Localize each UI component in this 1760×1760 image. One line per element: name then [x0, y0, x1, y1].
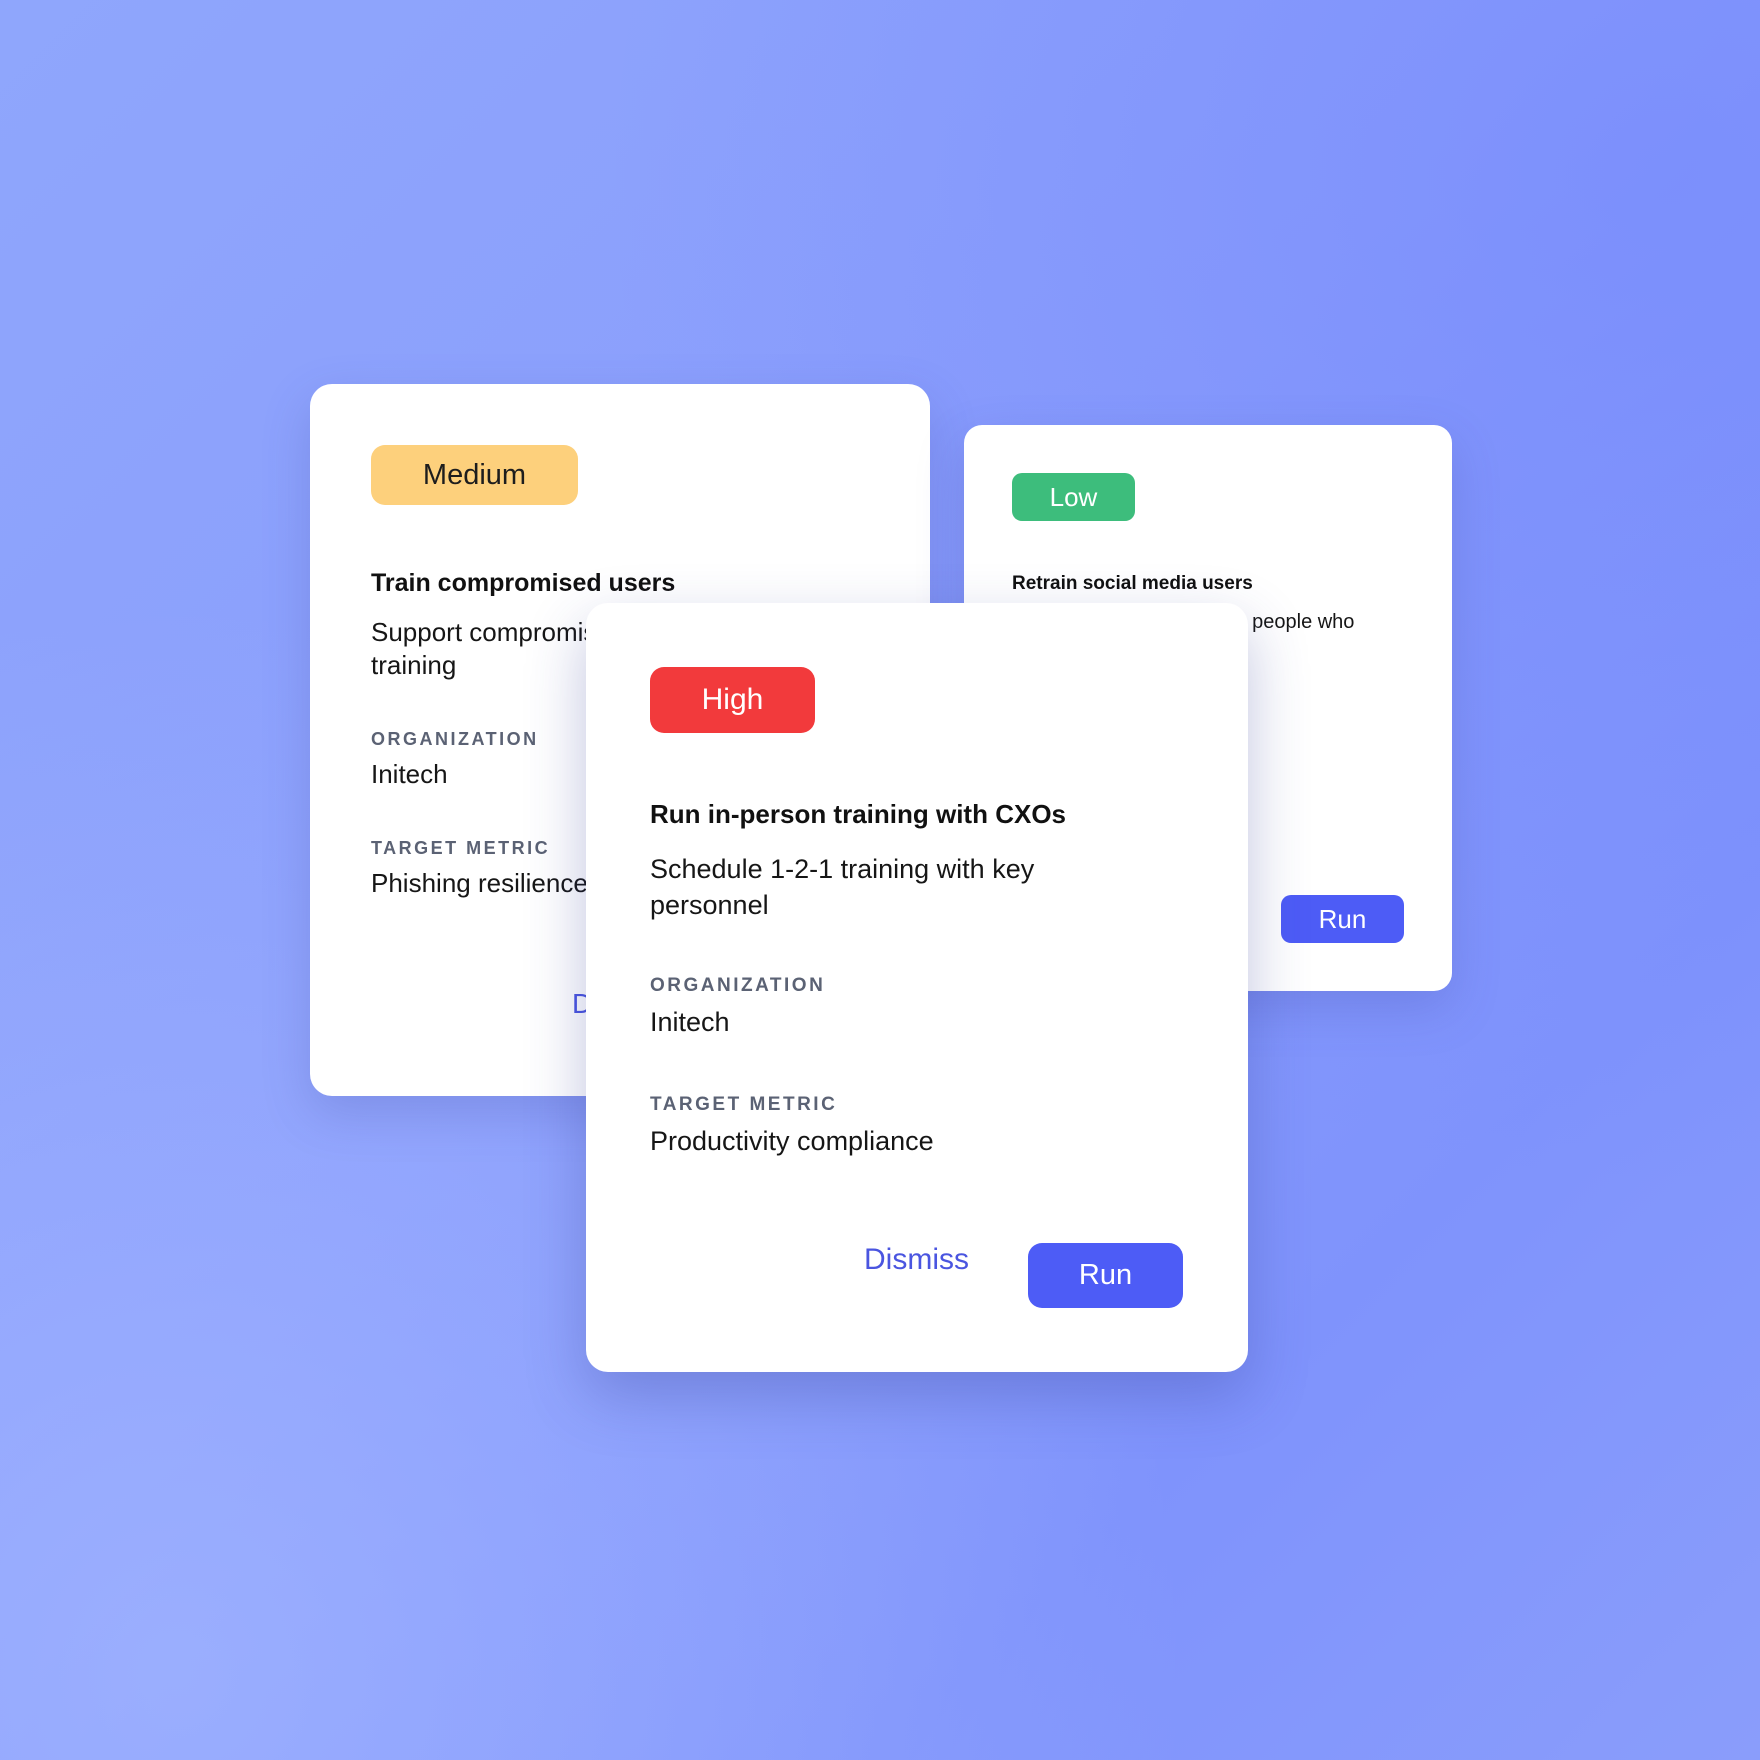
priority-badge: High	[650, 667, 815, 733]
target-metric-label: TARGET METRIC	[650, 1094, 838, 1115]
card-description: Schedule 1-2-1 training with key personn…	[650, 854, 1035, 920]
organization-value: Initech	[371, 759, 448, 789]
dismiss-button[interactable]: Dismiss	[864, 1240, 969, 1280]
priority-badge: Medium	[371, 445, 578, 505]
recommendation-card-high: High Run in-person training with CXOs Sc…	[586, 603, 1248, 1372]
card-title: Retrain social media users	[1012, 573, 1253, 594]
card-title: Train compromised users	[371, 569, 676, 597]
organization-label: ORGANIZATION	[371, 729, 539, 749]
target-metric-value: Phishing resilience	[371, 868, 588, 898]
target-metric-label: TARGET METRIC	[371, 838, 551, 858]
run-button[interactable]: Run	[1028, 1243, 1183, 1308]
organization-value: Initech	[650, 1007, 730, 1037]
run-button[interactable]: Run	[1281, 895, 1404, 943]
target-metric-value: Productivity compliance	[650, 1126, 934, 1156]
organization-label: ORGANIZATION	[650, 975, 826, 996]
priority-badge: Low	[1012, 473, 1135, 521]
card-title: Run in-person training with CXOs	[650, 799, 1066, 829]
